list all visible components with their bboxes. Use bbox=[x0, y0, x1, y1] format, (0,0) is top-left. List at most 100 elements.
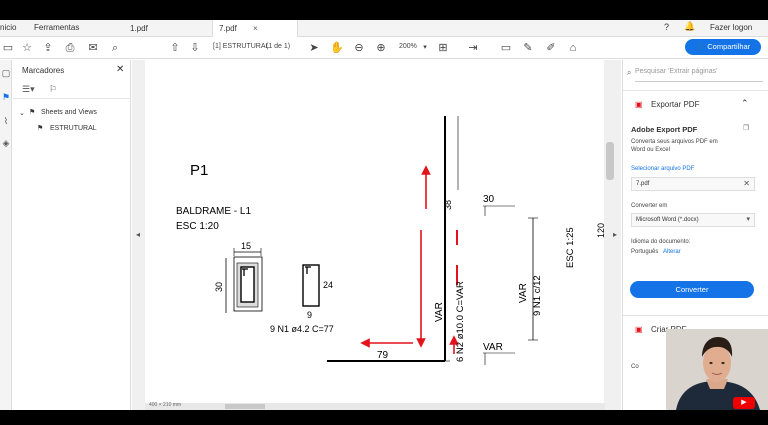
stirrup-height-label: 24 bbox=[323, 280, 333, 290]
edge-number: 120 bbox=[596, 223, 604, 238]
video-letterbox-bottom bbox=[0, 410, 768, 425]
create-pdf-icon: ▣ bbox=[635, 325, 643, 334]
zoom-level[interactable]: 200% bbox=[399, 43, 417, 50]
dim-79-label: 79 bbox=[377, 350, 389, 361]
drawing-title: P1 bbox=[190, 162, 208, 179]
hand-tool-icon[interactable]: ✋ bbox=[330, 41, 344, 55]
email-icon[interactable]: ✉ bbox=[86, 41, 100, 55]
highlight-pen-icon[interactable]: ✎ bbox=[521, 41, 535, 55]
section-scale: ESC 1:20 bbox=[176, 221, 219, 232]
scroll-mode-icon[interactable]: ⇥ bbox=[466, 41, 480, 55]
hscroll-thumb[interactable] bbox=[225, 404, 265, 409]
zoom-in-icon[interactable]: ⊕ bbox=[374, 41, 388, 55]
elevation-scale: ESC 1:25 bbox=[565, 227, 576, 268]
var-bottom-label: VAR bbox=[483, 342, 503, 353]
save-icon[interactable]: ▭ bbox=[1, 41, 15, 55]
stirrup-detail bbox=[302, 264, 320, 307]
bookmark-item-icon: ⚑ bbox=[37, 125, 44, 132]
new-bookmark-icon[interactable]: ⚐ bbox=[49, 84, 57, 95]
stirrups-vertical-label: 9 N1 c/12 bbox=[532, 275, 543, 316]
doc-language-label: Idioma do documento: bbox=[631, 239, 691, 245]
bookmarks-panel: Marcadores ✕ ☰▾ ⚐ ⌄ ⚑ Sheets and Views ⚑… bbox=[13, 60, 131, 410]
horizontal-scrollbar[interactable]: 400 × 210 mm bbox=[145, 402, 605, 410]
file-name-value: 7.pdf bbox=[636, 181, 650, 187]
beam-height-label: 30 bbox=[214, 282, 224, 292]
structural-drawing: P1 BALDRAME - L1 ESC 1:20 15 30 24 9 9 N… bbox=[176, 116, 604, 365]
upload-cloud-icon[interactable]: ⇪ bbox=[41, 41, 55, 55]
tools-search-input[interactable]: Pesquisar 'Extrair páginas' bbox=[635, 68, 763, 82]
sign-in-link[interactable]: Fazer logon bbox=[710, 23, 752, 32]
tab-label: 7.pdf bbox=[219, 24, 237, 33]
thumbnails-icon[interactable]: ▢ bbox=[1, 68, 11, 78]
collapse-left-panel-icon[interactable]: ◂ bbox=[136, 230, 140, 239]
collapse-chevron-icon[interactable]: ⌄ bbox=[19, 109, 25, 117]
menu-home[interactable]: nicio bbox=[0, 23, 16, 32]
close-tab-icon[interactable]: × bbox=[253, 24, 258, 33]
help-icon[interactable]: ? bbox=[664, 22, 669, 32]
youtube-icon[interactable]: ▶ bbox=[733, 397, 755, 409]
var-vertical-label-1: VAR bbox=[434, 302, 445, 322]
file-name-field[interactable]: 7.pdf ✕ bbox=[631, 177, 755, 191]
stamp-icon[interactable]: ⌂ bbox=[566, 41, 580, 55]
clear-icon[interactable]: ✕ bbox=[743, 179, 750, 188]
attachments-icon[interactable]: ⌇ bbox=[1, 116, 11, 126]
page-label[interactable]: [1] ESTRUTURAL bbox=[213, 43, 269, 50]
dim-38-label: 38 bbox=[443, 200, 453, 210]
search-icon: ⌕ bbox=[627, 68, 632, 77]
chevron-up-icon[interactable]: ⌃ bbox=[741, 98, 749, 109]
layers-icon[interactable]: ◈ bbox=[1, 138, 11, 148]
bookmark-icon[interactable]: ⚑ bbox=[1, 92, 11, 102]
tab-7pdf[interactable]: 7.pdf × bbox=[212, 20, 298, 37]
change-language-link[interactable]: Alterar bbox=[663, 248, 681, 256]
bookmarks-title: Marcadores bbox=[22, 66, 65, 75]
convert-to-value: Microsoft Word (*.docx) bbox=[636, 217, 699, 223]
select-cursor-icon[interactable]: ➤ bbox=[307, 41, 321, 55]
copy-icon[interactable]: ❐ bbox=[743, 124, 749, 132]
close-icon[interactable]: ✕ bbox=[116, 64, 124, 75]
convert-button[interactable]: Converter bbox=[630, 281, 754, 298]
bookmark-sheets-and-views[interactable]: Sheets and Views bbox=[41, 109, 97, 116]
export-title: Adobe Export PDF bbox=[631, 125, 698, 134]
chevron-down-icon: ▾ bbox=[746, 216, 750, 223]
previous-page-icon[interactable]: ⇧ bbox=[168, 41, 182, 55]
beam-stirrup bbox=[240, 266, 255, 303]
navigation-rail: ▢ ⚑ ⌇ ◈ bbox=[0, 60, 12, 410]
section-title: BALDRAME - L1 bbox=[176, 206, 251, 217]
dim-30-label: 30 bbox=[483, 194, 495, 205]
print-icon[interactable]: ⎙ bbox=[63, 41, 77, 55]
comment-icon[interactable]: ▭ bbox=[499, 41, 513, 55]
convert-to-select[interactable]: Microsoft Word (*.docx) ▾ bbox=[631, 213, 755, 227]
menu-tools[interactable]: Ferramentas bbox=[34, 23, 79, 32]
search-icon[interactable]: ⌕ bbox=[108, 41, 122, 55]
vertical-scrollbar[interactable] bbox=[606, 80, 614, 410]
zoom-out-icon[interactable]: ⊖ bbox=[352, 41, 366, 55]
collapse-right-panel-icon[interactable]: ▸ bbox=[613, 230, 617, 239]
acrobat-window: nicio Ferramentas 1.pdf 7.pdf × ? 🔔 Faze… bbox=[0, 20, 768, 410]
stirrup-spec: 9 N1 ø4.2 C=77 bbox=[270, 324, 334, 334]
next-page-icon[interactable]: ⇩ bbox=[188, 41, 202, 55]
convert-to-label: Converter em bbox=[631, 203, 668, 209]
notification-bell-icon[interactable]: 🔔 bbox=[684, 21, 695, 32]
tab-label: 1.pdf bbox=[130, 24, 148, 33]
var-vertical-label-2: VAR bbox=[518, 283, 529, 303]
user-plus-icon: 👤 bbox=[695, 42, 708, 51]
select-file-link[interactable]: Selecionar arquivo PDF bbox=[631, 165, 694, 173]
bookmark-options-icon[interactable]: ☰▾ bbox=[22, 84, 35, 95]
document-viewport[interactable]: ◂ P1 BALDRAME - L1 ESC 1:20 15 30 24 9 9… bbox=[132, 60, 621, 410]
chevron-down-icon[interactable]: ▾ bbox=[418, 41, 432, 55]
draw-icon[interactable]: ✐ bbox=[544, 41, 558, 55]
pdf-page: P1 BALDRAME - L1 ESC 1:20 15 30 24 9 9 N… bbox=[145, 60, 604, 410]
fit-page-icon[interactable]: ⊞ bbox=[436, 41, 450, 55]
export-pdf-section[interactable]: Exportar PDF bbox=[651, 100, 699, 109]
page-size-label: 400 × 210 mm bbox=[149, 402, 182, 408]
page-count: (1 de 1) bbox=[266, 43, 291, 50]
tab-1pdf[interactable]: 1.pdf bbox=[124, 20, 210, 37]
toolbar: ▭ ☆ ⇪ ⎙ ✉ ⌕ ⇧ ⇩ [1] ESTRUTURAL (1 de 1) … bbox=[0, 37, 768, 59]
star-icon[interactable]: ☆ bbox=[20, 41, 34, 55]
stirrup-width-label: 9 bbox=[307, 310, 312, 320]
tab-bar: nicio Ferramentas 1.pdf 7.pdf × ? 🔔 Faze… bbox=[0, 20, 768, 37]
export-desc-1: Converta seus arquivos PDF em bbox=[631, 139, 718, 145]
share-button[interactable]: 👤 Compartilhar bbox=[685, 39, 761, 55]
bookmark-estrutural[interactable]: ESTRUTURAL bbox=[50, 125, 97, 132]
scrollbar-thumb[interactable] bbox=[606, 142, 614, 180]
